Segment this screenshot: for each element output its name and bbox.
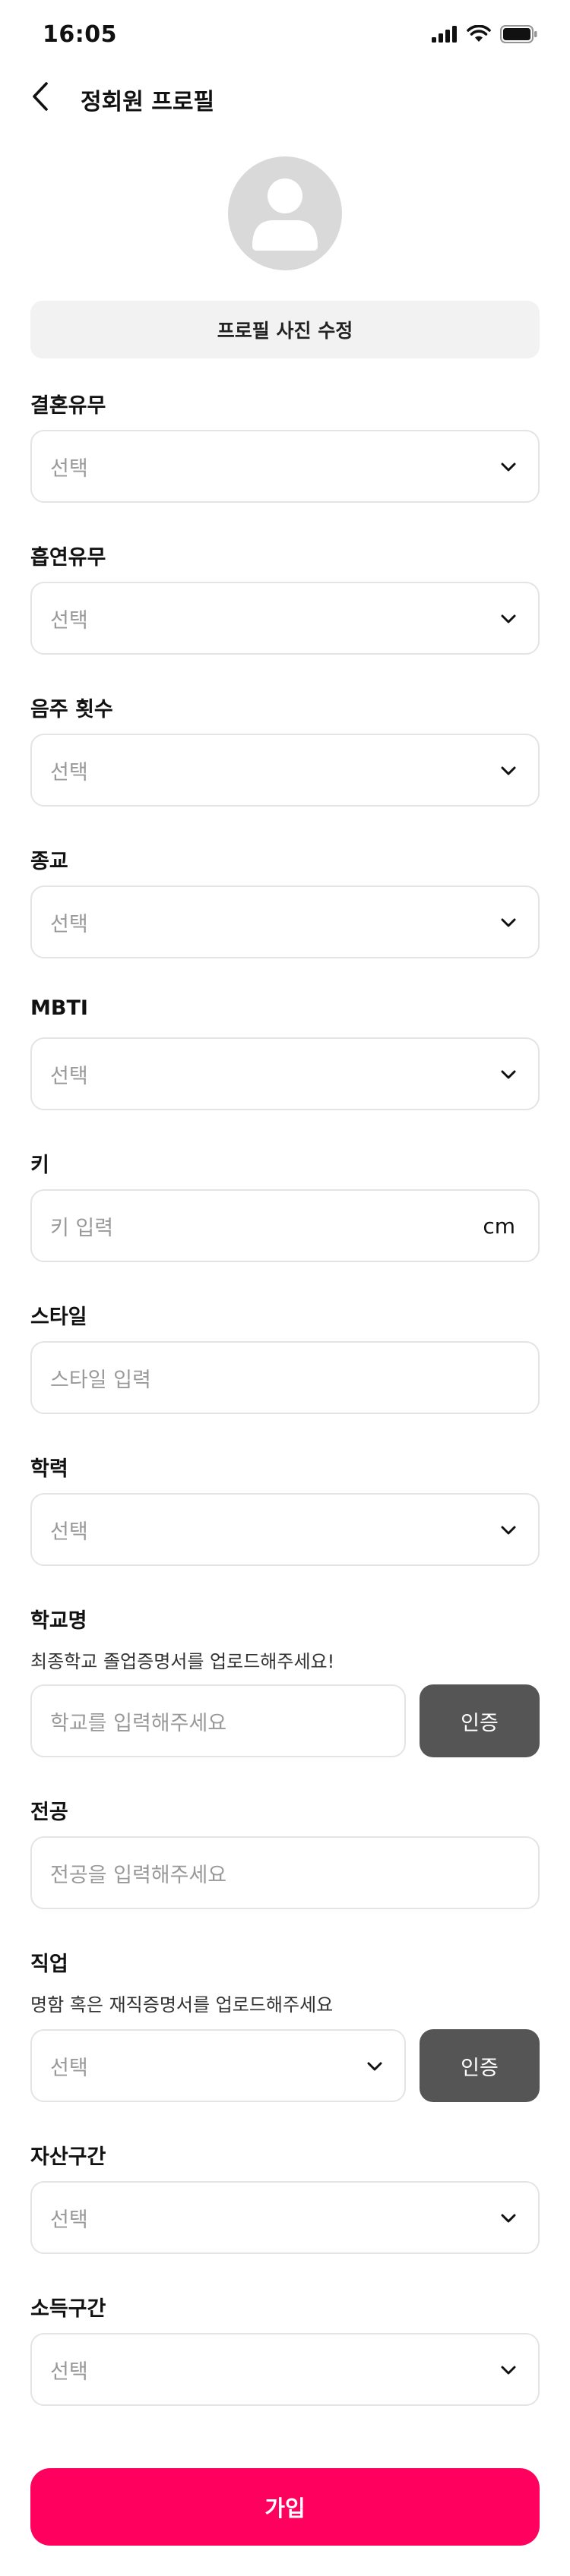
- school-input[interactable]: 학교를 입력해주세요: [30, 1684, 406, 1757]
- job-help-text: 명함 혹은 재직증명서를 업로드해주세요: [30, 1994, 334, 2016]
- income-select[interactable]: 선택: [30, 2333, 540, 2406]
- smoking-label: 흡연유무: [30, 546, 106, 570]
- smoking-select-value: 선택: [50, 608, 88, 633]
- religion-select-value: 선택: [50, 912, 88, 936]
- page-title: 정회원 프로필: [81, 89, 215, 115]
- major-label: 전공: [30, 1801, 68, 1824]
- style-input-placeholder: 스타일 입력: [50, 1368, 151, 1392]
- height-label: 키: [30, 1154, 49, 1177]
- style-input[interactable]: 스타일 입력: [30, 1341, 540, 1414]
- chevron-left-icon: [33, 82, 48, 111]
- wifi-icon: [467, 25, 491, 42]
- chevron-down-icon: [501, 2366, 516, 2375]
- chevron-down-icon: [501, 614, 516, 623]
- drinking-select[interactable]: 선택: [30, 734, 540, 807]
- major-input[interactable]: 전공을 입력해주세요: [30, 1836, 540, 1909]
- chevron-down-icon: [501, 1526, 516, 1535]
- assets-label: 자산구간: [30, 2145, 106, 2169]
- income-label: 소득구간: [30, 2297, 106, 2321]
- chevron-down-icon: [367, 2062, 382, 2071]
- signup-button[interactable]: 가입: [30, 2468, 540, 2546]
- marriage-select-value: 선택: [50, 456, 88, 481]
- marriage-select[interactable]: 선택: [30, 430, 540, 503]
- height-input[interactable]: 키 입력 cm: [30, 1189, 540, 1262]
- school-verify-button[interactable]: 인증: [420, 1684, 540, 1757]
- mbti-select-value: 선택: [50, 1064, 88, 1088]
- chevron-down-icon: [501, 2214, 516, 2223]
- income-select-value: 선택: [50, 2360, 88, 2384]
- battery-icon: [500, 25, 537, 43]
- user-icon: [252, 178, 318, 251]
- assets-select-value: 선택: [50, 2208, 88, 2232]
- education-select-value: 선택: [50, 1520, 88, 1544]
- back-button[interactable]: [23, 79, 58, 114]
- smoking-select[interactable]: 선택: [30, 582, 540, 655]
- signal-icon: [432, 26, 457, 43]
- major-input-placeholder: 전공을 입력해주세요: [50, 1863, 227, 1887]
- job-verify-button[interactable]: 인증: [420, 2029, 540, 2102]
- religion-select[interactable]: 선택: [30, 886, 540, 958]
- height-input-placeholder: 키 입력: [50, 1216, 114, 1240]
- school-help-text: 최종학교 졸업증명서를 업로드해주세요!: [30, 1651, 335, 1672]
- style-label: 스타일: [30, 1305, 87, 1329]
- chevron-down-icon: [501, 462, 516, 472]
- job-label: 직업: [30, 1953, 68, 1976]
- marriage-label: 결혼유무: [30, 394, 106, 418]
- height-unit: cm: [483, 1214, 515, 1239]
- chevron-down-icon: [501, 1070, 516, 1079]
- avatar[interactable]: [228, 156, 342, 270]
- job-select-value: 선택: [50, 2056, 88, 2080]
- education-select[interactable]: 선택: [30, 1493, 540, 1566]
- drinking-select-value: 선택: [50, 760, 88, 784]
- mbti-select[interactable]: 선택: [30, 1037, 540, 1110]
- chevron-down-icon: [501, 918, 516, 927]
- chevron-down-icon: [501, 766, 516, 775]
- mbti-label: MBTI: [30, 996, 88, 1020]
- header: 정회원 프로필: [0, 73, 570, 120]
- education-label: 학력: [30, 1457, 68, 1481]
- status-icons: [432, 24, 538, 44]
- school-input-placeholder: 학교를 입력해주세요: [50, 1711, 227, 1735]
- assets-select[interactable]: 선택: [30, 2181, 540, 2254]
- status-time: 16:05: [43, 21, 117, 48]
- drinking-label: 음주 횟수: [30, 698, 113, 721]
- school-label: 학교명: [30, 1609, 87, 1633]
- religion-label: 종교: [30, 850, 68, 873]
- job-select[interactable]: 선택: [30, 2029, 406, 2102]
- edit-profile-photo-button[interactable]: 프로필 사진 수정: [30, 301, 540, 358]
- status-bar: 16:05: [0, 0, 570, 70]
